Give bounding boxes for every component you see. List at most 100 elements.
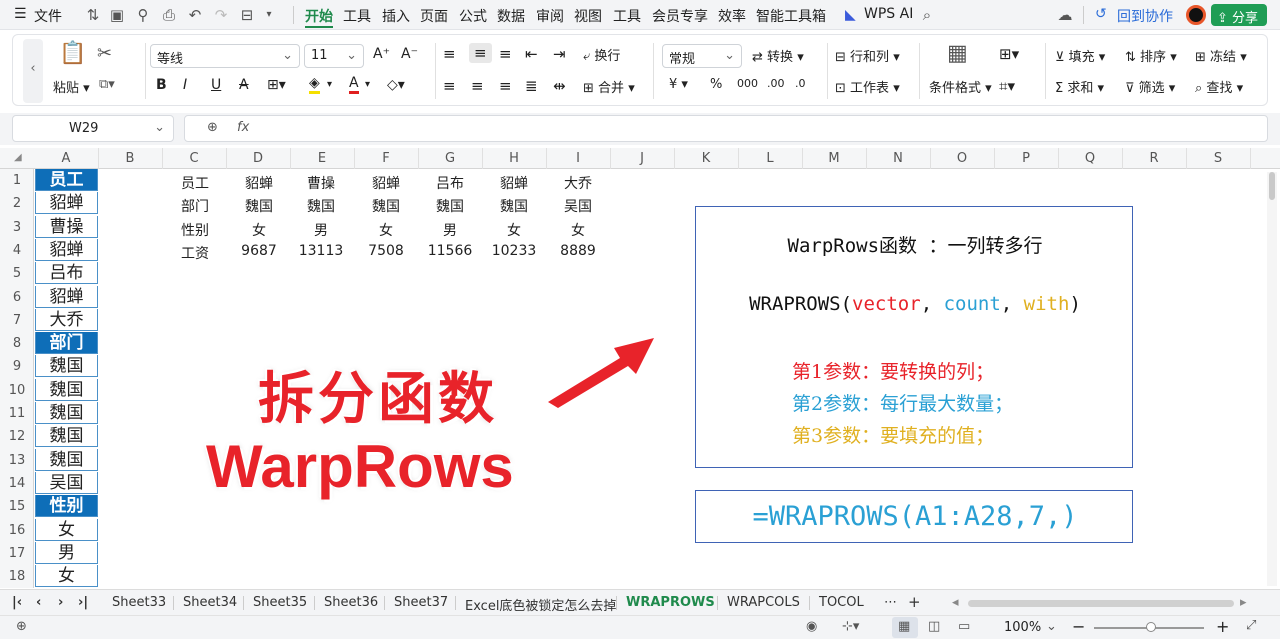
cell-format-icon[interactable]: ⌗▾ [999, 77, 1015, 95]
tab-efficiency[interactable]: 效率 [718, 6, 746, 26]
format-painter-icon[interactable]: ⇅ [84, 6, 102, 24]
row-header-17[interactable]: 17 [0, 546, 34, 561]
fullscreen-icon[interactable]: ⤢ [1246, 618, 1256, 633]
fx-icon[interactable]: fx [237, 120, 249, 135]
collab-icon[interactable]: ↺ [1095, 6, 1107, 22]
rows-cols-button[interactable]: ⊟ 行和列 ▾ [835, 46, 900, 65]
row-header-1[interactable]: 1 [0, 173, 34, 188]
percent-icon[interactable]: % [710, 77, 722, 92]
sheet-tab-7[interactable]: WRAPCOLS [727, 595, 800, 610]
increase-decimal-icon[interactable]: .00 [767, 77, 785, 90]
column-header-h[interactable]: H [482, 151, 546, 166]
horizontal-scrollbar[interactable] [968, 600, 1234, 607]
column-header-c[interactable]: C [162, 151, 226, 166]
column-a-cell[interactable]: 吕布 [35, 262, 98, 285]
row-header-9[interactable]: 9 [0, 359, 34, 374]
column-a-cell[interactable]: 魏国 [35, 448, 98, 471]
indent-increase-icon[interactable]: ⇥ [553, 45, 566, 63]
table-cell[interactable]: 男 [420, 220, 480, 240]
more-sheets-icon[interactable]: ⋯ [884, 595, 897, 610]
page-break-icon[interactable]: ▭ [958, 619, 970, 634]
column-header-e[interactable]: E [290, 151, 354, 166]
sort-button[interactable]: ⇅ 排序 ▾ [1125, 46, 1177, 65]
column-a-cell[interactable]: 女 [35, 518, 98, 541]
share-button[interactable]: ⇪ 分享 [1211, 4, 1267, 26]
column-a-cell[interactable]: 魏国 [35, 425, 98, 448]
align-center-icon[interactable]: ≡ [471, 77, 484, 95]
table-cell[interactable]: 8889 [548, 243, 608, 259]
vertical-scrollbar[interactable] [1267, 172, 1277, 586]
sheet-tab-8[interactable]: TOCOL [819, 595, 864, 610]
column-a-cell[interactable]: 曹操 [35, 215, 98, 238]
row-header-15[interactable]: 15 [0, 499, 34, 514]
formula-input[interactable]: ⊕ fx [184, 115, 1268, 142]
column-a-header-cell[interactable]: 性别 [35, 495, 98, 518]
column-header-a[interactable]: A [34, 151, 98, 166]
zoom-level[interactable]: 100% [1004, 620, 1041, 635]
distribute-icon[interactable]: ⇹ [553, 77, 566, 95]
align-left-icon[interactable]: ≡ [443, 77, 456, 95]
table-row-label[interactable]: 员工 [165, 173, 225, 193]
table-row-label[interactable]: 部门 [165, 196, 225, 216]
column-a-cell[interactable]: 魏国 [35, 355, 98, 378]
align-top-icon[interactable]: ≡ [443, 45, 456, 63]
sum-button[interactable]: Σ 求和 ▾ [1055, 77, 1104, 96]
sheet-tab-0[interactable]: Sheet33 [112, 595, 166, 610]
thousands-icon[interactable]: 000 [737, 77, 758, 90]
column-a-header-cell[interactable]: 部门 [35, 332, 98, 355]
cell-mode-icon[interactable]: ⊹▾ [842, 619, 859, 634]
align-right-icon[interactable]: ≡ [499, 77, 512, 95]
chevron-down-icon[interactable]: ▾ [365, 79, 370, 90]
row-header-10[interactable]: 10 [0, 383, 34, 398]
column-a-cell[interactable]: 魏国 [35, 378, 98, 401]
paste-button[interactable]: 粘贴 ▾ [53, 77, 90, 96]
tab-insert[interactable]: 插入 [382, 6, 410, 26]
table-cell[interactable]: 10233 [484, 243, 544, 259]
copy-icon[interactable]: ⧉▾ [99, 77, 115, 92]
number-format-select[interactable]: 常规 ⌄ [662, 44, 742, 68]
sheet-tab-5[interactable]: Excel底色被锁定怎么去掉 [465, 595, 616, 614]
column-header-q[interactable]: Q [1058, 151, 1122, 166]
column-a-cell[interactable]: 吴国 [35, 471, 98, 494]
table-cell[interactable]: 魏国 [420, 196, 480, 216]
worksheet-button[interactable]: ⊡ 工作表 ▾ [835, 77, 900, 96]
column-header-n[interactable]: N [866, 151, 930, 166]
hamburger-icon[interactable]: ☰ [14, 6, 27, 22]
cell-style-icon[interactable]: ⊞▾ [999, 45, 1019, 63]
table-cell[interactable]: 13113 [291, 243, 351, 259]
table-cell[interactable]: 魏国 [484, 196, 544, 216]
column-header-g[interactable]: G [418, 151, 482, 166]
column-header-b[interactable]: B [98, 151, 162, 166]
fill-color-icon[interactable]: ◈ [309, 75, 320, 94]
table-cell[interactable]: 大乔 [548, 173, 608, 193]
table-cell[interactable]: 女 [548, 220, 608, 240]
italic-icon[interactable]: I [183, 77, 187, 93]
convert-button[interactable]: ⇄ 转换 ▾ [752, 46, 804, 65]
prev-sheet-icon[interactable]: ‹ [36, 595, 41, 610]
font-size-select[interactable]: 11 ⌄ [304, 44, 364, 68]
table-cell[interactable]: 曹操 [291, 173, 351, 193]
currency-icon[interactable]: ¥ ▾ [669, 77, 688, 92]
column-a-cell[interactable]: 男 [35, 541, 98, 564]
row-header-4[interactable]: 4 [0, 243, 34, 258]
macro-icon[interactable]: ⊕ [16, 619, 27, 634]
collab-button[interactable]: 回到协作 [1117, 6, 1173, 26]
column-header-k[interactable]: K [674, 151, 738, 166]
increase-font-icon[interactable]: A⁺ [373, 46, 390, 62]
find-button[interactable]: ⌕ 查找 ▾ [1195, 77, 1243, 96]
column-header-r[interactable]: R [1122, 151, 1186, 166]
wps-ai-button[interactable]: WPS AI [864, 6, 913, 22]
paste-icon[interactable]: 📋 [59, 41, 86, 66]
column-header-o[interactable]: O [930, 151, 994, 166]
sheet-tab-4[interactable]: Sheet37 [394, 595, 448, 610]
column-header-l[interactable]: L [738, 151, 802, 166]
row-header-11[interactable]: 11 [0, 406, 34, 421]
last-sheet-icon[interactable]: ›| [78, 595, 88, 610]
column-header-p[interactable]: P [994, 151, 1058, 166]
chevron-down-icon[interactable]: ▾ [327, 79, 332, 90]
tab-member[interactable]: 会员专享 [652, 6, 708, 26]
sheet-tab-2[interactable]: Sheet35 [253, 595, 307, 610]
zoom-slider-thumb[interactable] [1146, 622, 1156, 632]
tab-home[interactable]: 开始 [305, 6, 333, 26]
column-a-cell[interactable]: 魏国 [35, 402, 98, 424]
